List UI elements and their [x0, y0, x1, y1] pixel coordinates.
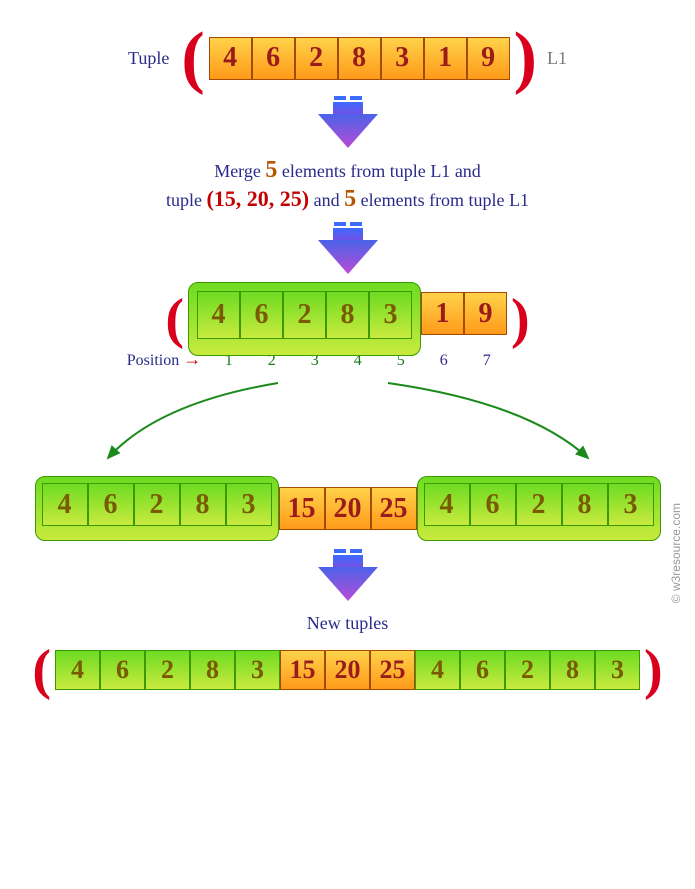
cell: 8	[180, 483, 226, 526]
merge-description: Merge 5 elements from tuple L1 and tuple…	[10, 156, 685, 214]
cell: 2	[145, 650, 190, 690]
cell: 8	[550, 650, 595, 690]
green-slab: 4 6 2 8 3	[188, 282, 421, 356]
pos: 7	[465, 352, 508, 370]
left-slab: 4 6 2 8 3	[35, 476, 279, 541]
top-cells: 4 6 2 8 3 1 9	[209, 37, 510, 80]
cell: 8	[190, 650, 235, 690]
cell: 1	[421, 292, 464, 335]
close-paren: )	[640, 645, 667, 695]
cell: 2	[134, 483, 180, 526]
cell: 6	[460, 650, 505, 690]
cell: 6	[100, 650, 145, 690]
cell: 2	[283, 291, 326, 339]
cell: 6	[470, 483, 516, 526]
cell: 4	[55, 650, 100, 690]
cell: 3	[235, 650, 280, 690]
copyright-text: © w3resource.com	[669, 503, 683, 603]
cell: 4	[415, 650, 460, 690]
open-paren: (	[28, 645, 55, 695]
cell: 8	[338, 37, 381, 80]
cell: 6	[252, 37, 295, 80]
cell: 9	[467, 37, 510, 80]
selection-row: ( 4 6 2 8 3 1 9 )	[10, 282, 685, 356]
cell: 9	[464, 292, 507, 335]
arrow-down-2	[10, 222, 685, 274]
cell: 3	[595, 650, 640, 690]
merge-row: 4 6 2 8 3 15 20 25 4 6 2 8 3	[10, 476, 685, 541]
cell: 4	[209, 37, 252, 80]
close-paren: )	[510, 28, 541, 88]
cell: 3	[369, 291, 412, 339]
open-paren: (	[177, 28, 208, 88]
cell: 6	[240, 291, 283, 339]
cell: 20	[325, 650, 370, 690]
new-tuples-label: New tuples	[10, 609, 685, 637]
arrow-down-1	[10, 96, 685, 148]
cell: 4	[424, 483, 470, 526]
cell: 6	[88, 483, 134, 526]
cell: 3	[608, 483, 654, 526]
final-row: ( 4 6 2 8 3 15 20 25 4 6 2 8 3 )	[10, 645, 685, 695]
tuple-label-right: L1	[547, 48, 567, 69]
cell: 20	[325, 487, 371, 530]
cell: 4	[42, 483, 88, 526]
cell: 15	[280, 650, 325, 690]
cell: 8	[562, 483, 608, 526]
split-connectors	[28, 378, 668, 468]
tuple-label-left: Tuple	[128, 48, 169, 69]
cell: 2	[505, 650, 550, 690]
cell: 4	[197, 291, 240, 339]
cell: 2	[295, 37, 338, 80]
cell: 3	[381, 37, 424, 80]
cell: 1	[424, 37, 467, 80]
cell: 8	[326, 291, 369, 339]
right-slab: 4 6 2 8 3	[417, 476, 661, 541]
arrow-down-3	[10, 549, 685, 601]
cell: 15	[279, 487, 325, 530]
cell: 2	[516, 483, 562, 526]
pos: 6	[422, 352, 465, 370]
close-paren: )	[507, 294, 534, 344]
top-tuple-row: Tuple ( 4 6 2 8 3 1 9 ) L1	[10, 28, 685, 88]
cell: 25	[370, 650, 415, 690]
cell: 25	[371, 487, 417, 530]
open-paren: (	[161, 294, 188, 344]
orange-remainder: 1 9	[421, 292, 507, 335]
cell: 3	[226, 483, 272, 526]
mid-cells: 15 20 25	[279, 487, 417, 530]
